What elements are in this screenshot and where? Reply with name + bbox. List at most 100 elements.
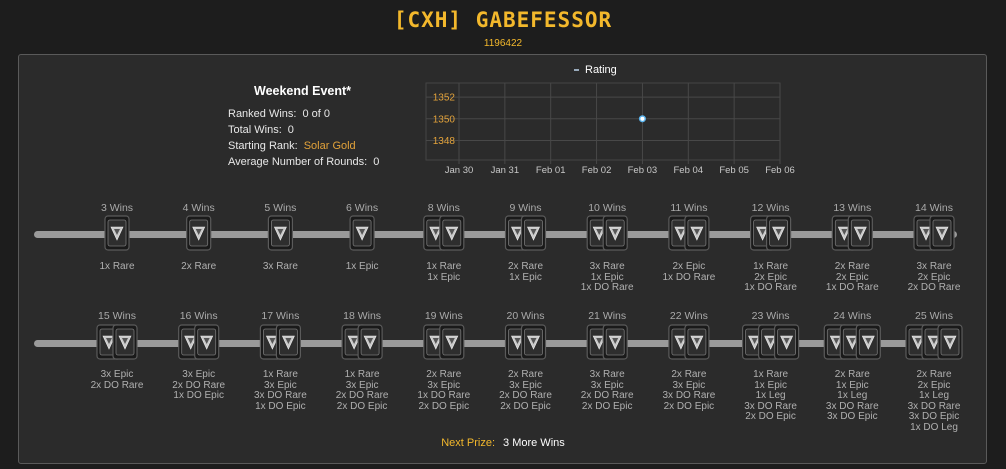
reward-line: 2x DO Rare <box>580 390 634 401</box>
milestone-label: 5 Wins <box>264 202 297 214</box>
reward-crate-icon <box>267 215 293 251</box>
reward-line: 3x Rare <box>589 369 625 380</box>
reward-crate-icon <box>439 324 465 360</box>
reward-crate-icon <box>765 215 792 251</box>
milestone-label: 6 Wins <box>346 202 379 214</box>
reward-line: 3x DO Epic <box>908 411 960 422</box>
reward-line: 1x Rare <box>753 261 789 272</box>
milestone-label: 20 Wins <box>506 310 545 322</box>
reward-line: 3x Rare <box>589 261 625 272</box>
reward-crate-icon <box>349 215 375 251</box>
milestone-label: 4 Wins <box>182 202 215 214</box>
milestone-label: 15 Wins <box>98 310 136 322</box>
milestone-rewards: 3x Epic 2x DO Rare 1x DO Epic <box>153 369 245 402</box>
milestone-rewards: 2x Rare 3x Epic 1x DO Rare 2x DO Epic <box>398 369 490 412</box>
milestone-rewards: 2x Rare 3x Epic 3x DO Rare 2x DO Epic <box>643 369 735 412</box>
milestone-rewards: 1x Rare 3x Epic 3x DO Rare 1x DO Epic <box>234 369 326 412</box>
milestone-label: 11 Wins <box>670 202 708 214</box>
milestone-label: 19 Wins <box>424 310 463 322</box>
reward-line: 2x DO Epic <box>336 400 388 412</box>
reward-line: 2x Rare <box>916 369 952 380</box>
milestone-label: 25 Wins <box>915 310 953 322</box>
reward-line: 1x Epic <box>509 271 542 283</box>
reward-crate-icon <box>357 324 383 360</box>
milestone-label: 23 Wins <box>751 310 790 322</box>
milestone-rewards: 3x Epic 2x DO Rare <box>71 369 163 391</box>
reward-line: 1x Rare <box>99 261 135 272</box>
reward-line: 1x Leg <box>755 390 786 401</box>
reward-line: 2x DO Rare <box>335 390 389 401</box>
reward-line: 1x DO Rare <box>662 271 716 283</box>
milestone-rewards: 1x Rare 2x Epic 1x DO Rare <box>725 261 817 294</box>
reward-line: 1x Rare <box>753 369 789 380</box>
milestone-label: 16 Wins <box>179 310 218 322</box>
milestone-rewards: 3x Rare 3x Epic 2x DO Rare 2x DO Epic <box>561 369 653 412</box>
reward-line: 1x Rare <box>262 369 298 380</box>
reward-line: 2x Rare <box>426 369 462 380</box>
milestone-rewards: 1x Rare 1x Epic <box>398 261 490 283</box>
reward-crate-icon <box>275 324 301 360</box>
reward-crate-icon <box>937 324 963 360</box>
reward-crate-icon <box>186 215 212 251</box>
reward-crate-icon <box>194 324 220 360</box>
reward-crate-icon <box>104 215 130 251</box>
reward-crate-icon <box>602 324 628 360</box>
reward-line: 1x Rare <box>344 369 380 380</box>
milestone-rewards: 2x Rare 3x Epic 2x DO Rare 2x DO Epic <box>480 369 572 412</box>
reward-crate-icon <box>439 215 465 251</box>
reward-line: 1x DO Epic <box>255 400 306 412</box>
milestone-rewards: 1x Epic <box>316 261 408 273</box>
reward-line: 2x DO Epic <box>500 400 551 412</box>
reward-line: 1x DO Rare <box>825 282 879 293</box>
next-prize: Next Prize: 3 More Wins <box>441 437 565 449</box>
reward-line: 2x DO Rare <box>907 282 961 293</box>
milestone-rewards: 1x Rare <box>71 261 163 273</box>
milestone-rewards: 2x Rare 1x Epic <box>480 261 572 283</box>
reward-line: 1x DO Rare <box>744 282 797 293</box>
reward-line: 2x Rare <box>834 369 870 380</box>
reward-crate-icon <box>112 324 138 360</box>
milestone-rewards: 1x Rare 1x Epic 1x Leg 3x DO Rare 2x DO Epic <box>725 369 817 423</box>
reward-line: 1x DO Leg <box>910 421 958 433</box>
reward-line: 1x DO Epic <box>173 390 224 401</box>
reward-line: 3x Epic <box>100 369 134 380</box>
milestone-rewards: 2x Rare 1x Epic 1x Leg 3x DO Rare 3x DO Epic <box>806 369 898 423</box>
milestone-rewards: 1x Rare 3x Epic 2x DO Rare 2x DO Epic <box>316 369 408 412</box>
milestone-label: 3 Wins <box>100 202 134 214</box>
reward-crate-icon <box>520 215 547 251</box>
reward-line: 1x DO Rare <box>580 282 634 293</box>
reward-crate-icon <box>847 215 873 251</box>
milestone-rewards: 2x Epic 1x DO Rare <box>643 261 735 283</box>
milestone-label: 12 Wins <box>751 202 790 214</box>
milestone-rewards: 2x Rare 2x Epic 1x DO Rare <box>806 261 898 294</box>
milestone-rewards: 2x Rare 2x Epic 1x Leg 3x DO Rare 3x DO Epic… <box>888 369 980 433</box>
reward-line: 1x Leg <box>918 390 950 401</box>
milestone-rewards: 3x Rare <box>234 261 326 273</box>
reward-crate-icon <box>684 324 710 360</box>
reward-crate-icon <box>773 324 800 360</box>
reward-line: 3x DO Rare <box>253 390 307 401</box>
reward-line: 3x DO Rare <box>662 390 716 401</box>
reward-crate-icon <box>520 324 547 360</box>
track-bar-row-2 <box>34 340 957 347</box>
reward-line: 1x DO Rare <box>417 390 471 401</box>
reward-line: 2x Rare <box>834 261 870 272</box>
reward-line: 3x DO Epic <box>827 411 878 422</box>
milestone-label: 13 Wins <box>833 202 872 214</box>
reward-line: 2x Rare <box>507 261 543 272</box>
reward-line: 1x Epic <box>427 271 461 283</box>
reward-line: 1x Rare <box>426 261 462 272</box>
milestone-rewards: 3x Rare 2x Epic 2x DO Rare <box>888 261 980 294</box>
reward-line: 2x Rare <box>671 369 707 380</box>
reward-crate-icon <box>684 215 710 251</box>
milestone-label: 21 Wins <box>588 310 627 322</box>
reward-line: 3x Rare <box>916 261 952 272</box>
milestone-label: 8 Wins <box>427 202 460 214</box>
milestone-label: 9 Wins <box>509 202 542 214</box>
reward-line: 1x Leg <box>837 390 868 401</box>
reward-line: 2x DO Epic <box>418 400 470 412</box>
milestone-label: 24 Wins <box>833 310 872 322</box>
reward-line: 2x DO Rare <box>90 379 144 391</box>
milestone-rewards: 2x Rare <box>153 261 245 273</box>
reward-crate-icon <box>855 324 881 360</box>
